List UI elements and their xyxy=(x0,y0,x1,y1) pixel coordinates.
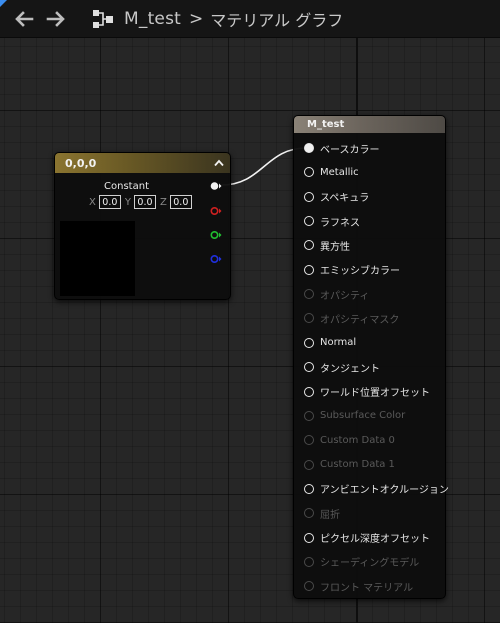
input-pin-label: Normal xyxy=(320,337,357,349)
input-pin-icon xyxy=(304,240,314,251)
z-value-input[interactable]: 0.0 xyxy=(169,195,192,209)
input-pin-label: アンビエントオクルージョン xyxy=(320,485,449,497)
input-pin-label: ピクセル深度オフセット xyxy=(320,534,430,546)
material-result-node[interactable]: M_test ベースカラー Metallic スペキュララフネス異方性エミッシブカラ… xyxy=(293,115,449,599)
output-pin-g[interactable] xyxy=(210,230,222,240)
output-pin-icon xyxy=(210,182,222,190)
output-pin-icon xyxy=(210,206,222,216)
input-pin-icon xyxy=(304,556,314,567)
vector-fields: X 0.0 Y 0.0 Z 0.0 xyxy=(85,195,192,209)
material-input-pin[interactable]: ラフネス xyxy=(294,213,360,229)
material-input-pin[interactable]: スペキュラ xyxy=(294,189,369,205)
input-pin-icon xyxy=(304,143,314,153)
input-pin-label: ラフネス xyxy=(320,217,360,229)
input-pin-icon xyxy=(304,386,314,397)
input-pin-label: Metallic xyxy=(320,166,359,178)
material-input-pin: オパシティマスク xyxy=(294,310,399,326)
constant-label: Constant xyxy=(104,181,149,192)
input-pin-icon xyxy=(304,337,314,348)
output-pin-rgb[interactable] xyxy=(210,181,222,191)
material-input-pin[interactable]: ベースカラー xyxy=(294,140,380,156)
arrow-left-icon xyxy=(15,10,34,27)
input-pin-label: タンジェント xyxy=(320,363,380,375)
input-pin-icon xyxy=(304,313,314,324)
input-pin-icon xyxy=(304,191,314,202)
corner-marker xyxy=(0,0,7,7)
material-input-pin: オパシティ xyxy=(294,286,369,302)
input-pin-label: Subsurface Color xyxy=(320,410,406,422)
input-pin-label: フロント マテリアル xyxy=(320,582,414,594)
material-input-pin: シェーディングモデル xyxy=(294,554,419,570)
material-input-pin[interactable]: エミッシブカラー xyxy=(294,262,400,278)
input-pin-label: オパシティマスク xyxy=(320,314,400,326)
input-pin-icon xyxy=(304,362,314,373)
breadcrumb-asset[interactable]: M_test xyxy=(124,9,181,29)
graph-icon xyxy=(93,9,113,28)
forward-button[interactable] xyxy=(40,0,72,38)
material-node-header[interactable]: M_test xyxy=(294,116,445,133)
input-pin-label: オパシティ xyxy=(320,290,370,302)
input-pin-icon xyxy=(304,289,314,300)
input-pin-icon xyxy=(304,264,314,275)
back-button[interactable] xyxy=(8,0,40,38)
input-pin-label: エミッシブカラー xyxy=(320,266,400,278)
input-pin-label: 屈折 xyxy=(320,509,340,521)
material-input-pin[interactable]: アンビエントオクルージョン xyxy=(294,481,449,497)
input-pin-label: スペキュラ xyxy=(320,193,370,205)
x-value-input[interactable]: 0.0 xyxy=(98,195,121,209)
input-pin-icon xyxy=(304,483,314,494)
material-input-pin: フロント マテリアル xyxy=(294,578,413,594)
input-pin-label: ベースカラー xyxy=(320,144,380,156)
input-pin-icon xyxy=(304,167,314,178)
breadcrumb-graph[interactable]: マテリアル グラフ xyxy=(210,7,343,31)
input-pin-icon xyxy=(304,216,314,227)
input-pin-icon xyxy=(304,435,314,446)
input-pin-icon xyxy=(304,459,314,470)
input-pin-label: ワールド位置オフセット xyxy=(320,388,430,399)
x-axis-label: X xyxy=(89,196,96,208)
material-node-title: M_test xyxy=(307,119,345,130)
material-input-pin[interactable]: 異方性 xyxy=(294,237,350,253)
constant3vector-node[interactable]: 0,0,0 Constant X 0.0 Y 0.0 Z 0.0 xyxy=(54,152,231,300)
input-pin-label: Custom Data 0 xyxy=(320,434,395,446)
output-pin-r[interactable] xyxy=(210,206,222,216)
output-pin-icon xyxy=(210,254,222,264)
color-preview-swatch xyxy=(60,221,135,296)
material-input-pin[interactable]: タンジェント xyxy=(294,359,380,375)
z-axis-label: Z xyxy=(159,196,167,208)
constant-node-header[interactable]: 0,0,0 xyxy=(55,153,230,173)
input-pin-icon xyxy=(304,581,314,592)
output-pin-icon xyxy=(210,230,222,240)
material-input-pin: Custom Data 0 xyxy=(294,432,395,448)
breadcrumb-separator: > xyxy=(189,8,204,29)
material-input-pin: Subsurface Color xyxy=(294,408,405,424)
graph-toolbar: M_test > マテリアル グラフ xyxy=(0,0,500,38)
material-input-pin: Custom Data 1 xyxy=(294,457,395,473)
input-pin-icon xyxy=(304,532,314,543)
output-pin-b[interactable] xyxy=(210,254,222,264)
y-axis-label: Y xyxy=(124,196,131,208)
chevron-up-icon[interactable] xyxy=(214,159,224,167)
input-pin-icon xyxy=(304,508,314,519)
constant-node-title: 0,0,0 xyxy=(65,156,97,170)
material-input-pin[interactable]: ピクセル深度オフセット xyxy=(294,530,430,546)
input-pin-icon xyxy=(304,410,314,421)
material-input-pin[interactable]: ワールド位置オフセット xyxy=(294,384,430,400)
input-pin-label: 異方性 xyxy=(320,241,350,253)
material-input-pin: 屈折 xyxy=(294,505,340,521)
input-pin-label: Custom Data 1 xyxy=(320,459,395,471)
material-input-pin[interactable]: Metallic xyxy=(294,164,359,180)
arrow-right-icon xyxy=(46,10,65,27)
material-input-pin[interactable]: Normal xyxy=(294,335,356,351)
y-value-input[interactable]: 0.0 xyxy=(133,195,156,209)
input-pin-label: シェーディングモデル xyxy=(320,558,420,570)
